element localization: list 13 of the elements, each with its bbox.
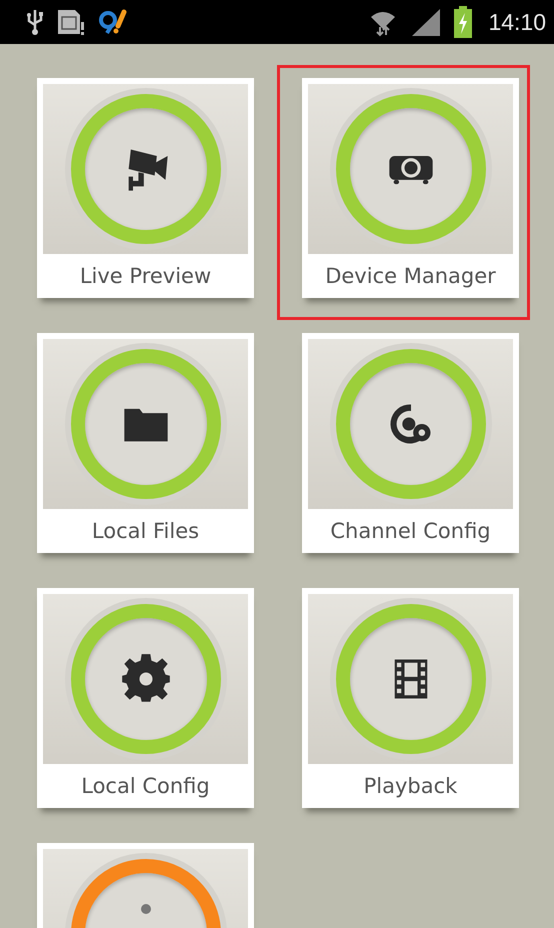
menu-tile[interactable]: Channel Config [302,333,519,553]
menu-tile[interactable]: Local Files [37,333,254,553]
menu-tile[interactable]: Local Config [37,588,254,808]
menu-tile[interactable]: Live Preview [37,78,254,298]
usb-icon [26,8,44,36]
battery-icon [454,6,472,38]
dot-icon [140,904,150,914]
sim-card-icon [56,8,86,36]
menu-tile[interactable]: Playback [302,588,519,808]
menu-tile[interactable]: Device Manager [302,78,519,298]
settings-icon [120,653,172,705]
signal-icon [410,7,442,37]
clock-time: 14:10 [488,8,546,36]
